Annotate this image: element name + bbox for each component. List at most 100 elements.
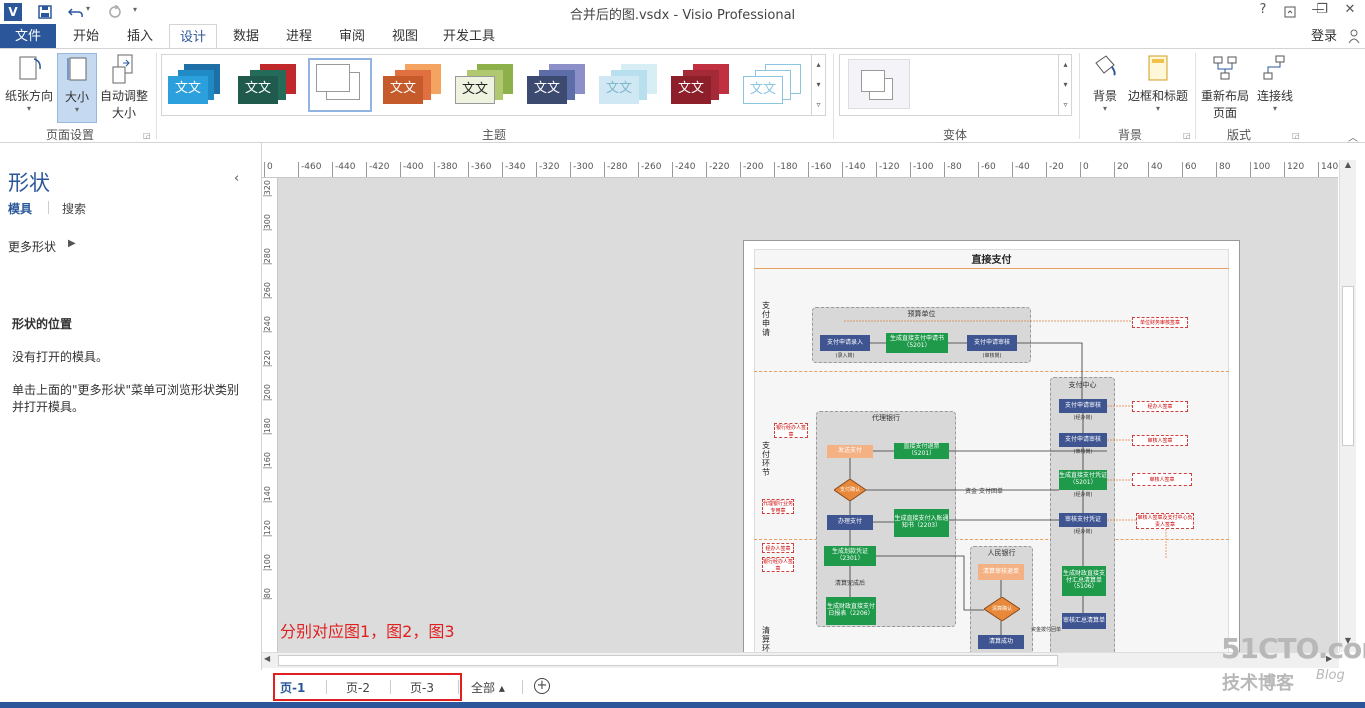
autofit-size-button[interactable]: 自动调整 大小 [98, 53, 150, 121]
ruler-tick-label: -20 [1046, 162, 1064, 177]
theme-2[interactable]: 文文 [238, 58, 302, 112]
autofit-icon [109, 53, 139, 87]
theme-6[interactable]: 文文 [527, 58, 591, 112]
section-title: 形状的位置 [12, 317, 73, 331]
annotation-text: 分别对应图1，图2，图3 [280, 622, 455, 641]
borders-titles-button[interactable]: 边框和标题 ▾ [1127, 53, 1189, 113]
all-pages-button[interactable]: 全部 ▴ [471, 679, 505, 696]
page-setup-launcher-icon[interactable]: ◲ [143, 131, 151, 140]
drawing-canvas[interactable]: 直接支付 支付申请 支付环节 清算环节 预算单位 支付申请录入 (录入岗) 生成… [278, 178, 1338, 652]
page-tab-3[interactable]: 页-3 [410, 679, 434, 696]
tab-home[interactable]: 开始 [62, 24, 110, 49]
tab-search[interactable]: 搜索 [62, 200, 86, 217]
sign-in-link[interactable]: 登录 [1306, 24, 1342, 49]
ribbon-tabs: 文件 开始 插入 设计 数据 进程 审阅 视图 开发工具 登录 [0, 24, 1365, 49]
page-tab-2[interactable]: 页-2 [346, 679, 370, 696]
collapse-ribbon-icon[interactable]: ︿ [1348, 129, 1358, 144]
tab-review[interactable]: 审阅 [328, 24, 376, 49]
borders-dropdown-icon: ▾ [1155, 104, 1160, 113]
theme-8[interactable]: 文文 [671, 58, 735, 112]
layout-launcher-icon[interactable]: ◲ [1292, 131, 1300, 140]
theme-9[interactable]: 文文 [743, 58, 807, 112]
connectors-button[interactable]: 连接线 ▾ [1253, 53, 1297, 113]
edge-label-2: 资金拨付回单 [1030, 627, 1061, 633]
tab-process[interactable]: 进程 [275, 24, 323, 49]
horizontal-scrollbar[interactable]: ◀ ▶ [262, 652, 1339, 668]
ruler-tick-label: 140 [263, 486, 272, 503]
size-button[interactable]: 大小 ▾ [57, 53, 97, 123]
tab-developer[interactable]: 开发工具 [436, 24, 502, 49]
page-tab-1[interactable]: 页-1 [280, 679, 305, 696]
tab-data[interactable]: 数据 [222, 24, 270, 49]
vertical-scrollbar[interactable]: ▲ ▼ [1339, 160, 1356, 652]
variant-1[interactable] [848, 59, 910, 109]
connectors-dropdown-icon: ▾ [1272, 104, 1277, 113]
size-dropdown-icon: ▾ [74, 105, 79, 114]
ruler-tick-label: -360 [468, 162, 491, 177]
tab-design[interactable]: 设计 [169, 24, 217, 49]
theme-1[interactable]: 文文 [168, 58, 232, 112]
themes-scroll[interactable]: ▴ ▾ ▿ [811, 55, 825, 115]
collapse-pane-icon[interactable]: ‹ [234, 171, 239, 186]
edge-label-1: 资金 支付回单 [965, 488, 1003, 495]
variants-gallery: ▴ ▾ ▿ [839, 54, 1072, 116]
help-button[interactable]: ? [1249, 2, 1277, 22]
ruler-tick-label: -300 [570, 162, 593, 177]
window-title: 合并后的图.vsdx - Visio Professional [569, 8, 796, 23]
group-background: 背景 [1117, 128, 1142, 142]
ruler-tick-label: 240 [263, 316, 272, 333]
ruler-tick-label: 200 [263, 384, 272, 401]
ribbon-display-icon[interactable] [1276, 2, 1304, 22]
tab-view[interactable]: 视图 [381, 24, 429, 49]
drawing-page[interactable]: 直接支付 支付申请 支付环节 清算环节 预算单位 支付申请录入 (录入岗) 生成… [743, 240, 1240, 652]
background-button[interactable]: 背景 ▾ [1085, 53, 1125, 113]
add-page-button[interactable]: + [534, 678, 550, 694]
ruler-tick-label: 140 [1318, 162, 1338, 177]
ruler-tick-label: 100 [1250, 162, 1270, 177]
background-launcher-icon[interactable]: ◲ [1183, 131, 1191, 140]
variants-scroll[interactable]: ▴ ▾ ▿ [1058, 55, 1072, 115]
theme-5[interactable]: 文文 [455, 58, 519, 112]
close-button[interactable]: ✕ [1336, 2, 1364, 22]
group-themes: 主题 [481, 128, 506, 142]
more-shapes-menu[interactable]: 更多形状 [8, 238, 56, 255]
theme-7[interactable]: 文文 [599, 58, 663, 112]
tab-stencils[interactable]: 模具 [8, 200, 32, 217]
background-dropdown-icon: ▾ [1102, 104, 1107, 113]
ruler-tick-label: -260 [638, 162, 661, 177]
ruler-tick-label: 20 [1114, 162, 1128, 177]
title-bar: V ▾ ▾ 合并后的图.vsdx - Visio Professional ? … [0, 0, 1365, 24]
ruler-tick-label: 220 [263, 350, 272, 367]
separator [156, 53, 157, 139]
horizontal-scroll-thumb[interactable] [278, 655, 1058, 666]
theme-4[interactable]: 文文 [383, 58, 447, 112]
tab-file[interactable]: 文件 [0, 24, 56, 49]
ruler-tick-label: 0 [264, 162, 273, 177]
divider [458, 680, 459, 694]
divider [390, 680, 391, 694]
chevron-right-icon[interactable]: ▶ [68, 238, 76, 249]
theme-none-selected[interactable] [308, 58, 372, 112]
relayout-label-1: 重新布局 [1200, 89, 1249, 103]
ruler-tick-label: -400 [400, 162, 423, 177]
ruler-tick-label: 0 [1080, 162, 1089, 177]
ribbon: 纸张方向 ▾ 大小 ▾ 自动调整 大小 页面设置 ◲ 文文 文文 文文 文文 文… [0, 48, 1365, 144]
watermark-blog: Blog [1316, 668, 1345, 683]
vertical-scroll-thumb[interactable] [1342, 286, 1354, 446]
orientation-button[interactable]: 纸张方向 ▾ [4, 53, 54, 113]
ruler-tick-label: -280 [604, 162, 627, 177]
size-label: 大小 [64, 90, 89, 104]
separator [1079, 53, 1080, 139]
ruler-tick-label: -140 [842, 162, 865, 177]
restore-button[interactable]: ❐ [1308, 2, 1336, 22]
ruler-tick-label: 60 [1182, 162, 1196, 177]
account-icon[interactable] [1348, 28, 1360, 44]
relayout-page-button[interactable]: 重新布局 页面 [1199, 53, 1251, 121]
ruler-tick-label: -80 [944, 162, 962, 177]
ruler-tick-label: -60 [978, 162, 996, 177]
ruler-tick-label: 100 [263, 554, 272, 571]
scroll-up-icon[interactable]: ▲ [1342, 160, 1354, 169]
tab-insert[interactable]: 插入 [116, 24, 164, 49]
background-label: 背景 [1092, 89, 1117, 103]
scroll-left-icon[interactable]: ◀ [264, 654, 270, 663]
